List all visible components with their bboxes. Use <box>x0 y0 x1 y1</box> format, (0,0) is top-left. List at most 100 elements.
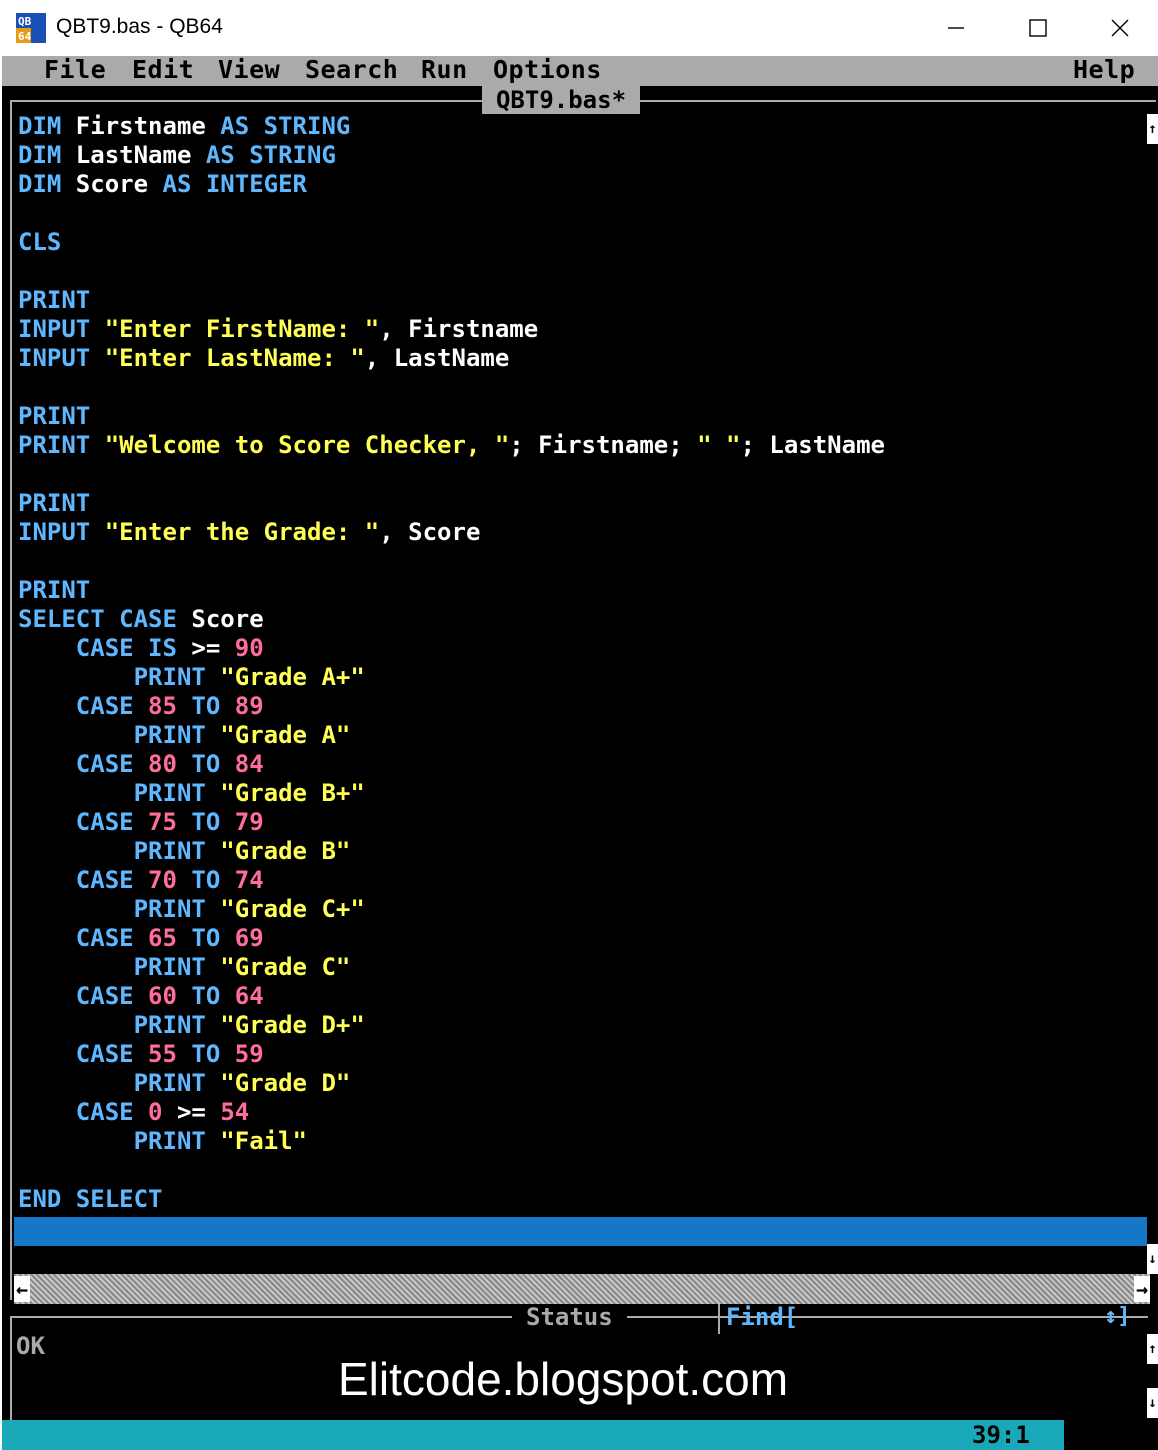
find-arrows-icon[interactable]: ↕] <box>1104 1304 1131 1330</box>
close-button[interactable] <box>1090 8 1150 48</box>
code-token: "Grade C" <box>220 953 351 981</box>
code-line[interactable]: CLS <box>18 228 61 257</box>
code-token: "Grade A+" <box>220 663 365 691</box>
menu-search[interactable]: Search <box>305 56 398 84</box>
menu-options[interactable]: Options <box>493 56 602 84</box>
code-line[interactable]: PRINT <box>18 576 90 605</box>
code-line[interactable]: PRINT "Grade D+" <box>18 1011 365 1040</box>
menu-view[interactable]: View <box>218 56 280 84</box>
code-line[interactable]: PRINT "Grade B" <box>18 837 351 866</box>
window-titlebar: QB 64 QBT9.bas - QB64 <box>0 0 1158 56</box>
code-line[interactable]: PRINT <box>18 286 90 315</box>
code-line[interactable]: DIM LastName AS STRING <box>18 141 336 170</box>
find-field[interactable]: Find[ <box>726 1304 798 1330</box>
svg-text:QB: QB <box>18 15 32 28</box>
code-line[interactable]: PRINT "Grade C+" <box>18 895 365 924</box>
code-line[interactable]: INPUT "Enter the Grade: ", Score <box>18 518 480 547</box>
code-token: TO <box>191 924 235 952</box>
code-line[interactable]: CASE 70 TO 74 <box>18 866 264 895</box>
scroll-right-icon[interactable]: → <box>1134 1276 1150 1302</box>
close-icon <box>1111 19 1129 37</box>
current-line-highlight <box>14 1217 1147 1246</box>
code-token: INPUT <box>18 518 105 546</box>
menu-run[interactable]: Run <box>421 56 468 84</box>
code-token: "Grade A" <box>220 721 351 749</box>
code-token: 65 <box>148 924 192 952</box>
code-line[interactable]: PRINT "Grade D" <box>18 1069 351 1098</box>
code-token: DIM <box>18 141 76 169</box>
code-line[interactable]: SELECT CASE Score <box>18 605 264 634</box>
horizontal-scrollbar[interactable]: ← → <box>14 1274 1150 1304</box>
code-token: 79 <box>234 808 264 836</box>
code-editor[interactable]: QBT9.bas* DIM Firstname AS STRING DIM Las… <box>2 86 1158 1304</box>
code-token: 0 <box>148 1098 177 1126</box>
code-line[interactable]: PRINT "Fail" <box>18 1127 307 1156</box>
vertical-scrollbar[interactable]: ↑ ↓ <box>1147 114 1158 1274</box>
status-scroll-down-icon[interactable]: ↓ <box>1147 1388 1158 1418</box>
code-line[interactable]: END SELECT <box>18 1185 163 1214</box>
code-token: Firstname <box>75 112 221 140</box>
code-line[interactable]: PRINT "Grade C" <box>18 953 351 982</box>
file-tab[interactable]: QBT9.bas* <box>482 86 640 114</box>
code-line[interactable]: DIM Firstname AS STRING <box>18 112 350 141</box>
code-line[interactable]: INPUT "Enter LastName: ", LastName <box>18 344 509 373</box>
code-token: 84 <box>234 750 264 778</box>
code-token: TO <box>191 750 235 778</box>
code-line[interactable]: CASE 0 >= 54 <box>18 1098 249 1127</box>
code-line[interactable]: CASE 75 TO 79 <box>18 808 264 837</box>
code-token: PRINT <box>18 953 221 981</box>
code-token: ; LastName <box>740 431 885 459</box>
status-scroll-up-icon[interactable]: ↑ <box>1147 1334 1158 1364</box>
code-line[interactable]: CASE 65 TO 69 <box>18 924 264 953</box>
code-line[interactable]: CASE 85 TO 89 <box>18 692 264 721</box>
qb64-app-icon: QB 64 <box>16 13 46 43</box>
code-token: PRINT <box>18 779 221 807</box>
code-token: 89 <box>234 692 264 720</box>
code-token: CASE <box>18 750 149 778</box>
code-line[interactable]: CASE 55 TO 59 <box>18 1040 264 1069</box>
code-token: END SELECT <box>18 1185 163 1213</box>
cursor-position: 39:1 <box>972 1421 1030 1449</box>
code-token: AS STRING <box>220 112 351 140</box>
maximize-button[interactable] <box>1008 8 1068 48</box>
status-title: Status <box>512 1304 627 1330</box>
code-token: CASE <box>18 866 149 894</box>
scroll-down-icon[interactable]: ↓ <box>1147 1244 1158 1274</box>
scroll-left-icon[interactable]: ← <box>14 1276 30 1302</box>
code-token: 75 <box>148 808 192 836</box>
code-token: , Score <box>379 518 481 546</box>
code-line[interactable]: PRINT "Grade A" <box>18 721 351 750</box>
code-line[interactable]: PRINT "Welcome to Score Checker, "; Firs… <box>18 431 885 460</box>
code-token: 74 <box>234 866 264 894</box>
code-token: TO <box>191 1040 235 1068</box>
watermark-text: Elitcode.blogspot.com <box>338 1353 789 1405</box>
code-line[interactable]: PRINT <box>18 489 90 518</box>
menu-edit[interactable]: Edit <box>132 56 194 84</box>
code-token: PRINT <box>18 721 221 749</box>
scroll-up-icon[interactable]: ↑ <box>1147 114 1158 144</box>
code-line[interactable]: INPUT "Enter FirstName: ", Firstname <box>18 315 538 344</box>
minimize-button[interactable] <box>926 8 986 48</box>
code-token: CASE <box>18 982 149 1010</box>
code-line[interactable]: CASE 80 TO 84 <box>18 750 264 779</box>
code-line[interactable]: DIM Score AS INTEGER <box>18 170 307 199</box>
code-token: , Firstname <box>379 315 539 343</box>
code-token: 64 <box>234 982 264 1010</box>
code-line[interactable]: CASE IS >= 90 <box>18 634 264 663</box>
menu-file[interactable]: File <box>44 56 106 84</box>
code-token: CASE IS <box>18 634 192 662</box>
code-line[interactable]: PRINT "Grade A+" <box>18 663 365 692</box>
code-line[interactable]: PRINT "Grade B+" <box>18 779 365 808</box>
code-token: 80 <box>148 750 192 778</box>
code-token: INPUT <box>18 344 105 372</box>
code-token: PRINT <box>18 286 91 314</box>
code-token: 85 <box>148 692 192 720</box>
code-line[interactable]: CASE 60 TO 64 <box>18 982 264 1011</box>
window-title: QBT9.bas - QB64 <box>56 15 223 38</box>
code-token: 54 <box>220 1098 250 1126</box>
menu-help[interactable]: Help <box>1073 56 1135 84</box>
code-token: LastName <box>75 141 206 169</box>
svg-text:64: 64 <box>18 30 32 43</box>
code-line[interactable]: PRINT <box>18 402 90 431</box>
code-token: PRINT <box>18 837 221 865</box>
